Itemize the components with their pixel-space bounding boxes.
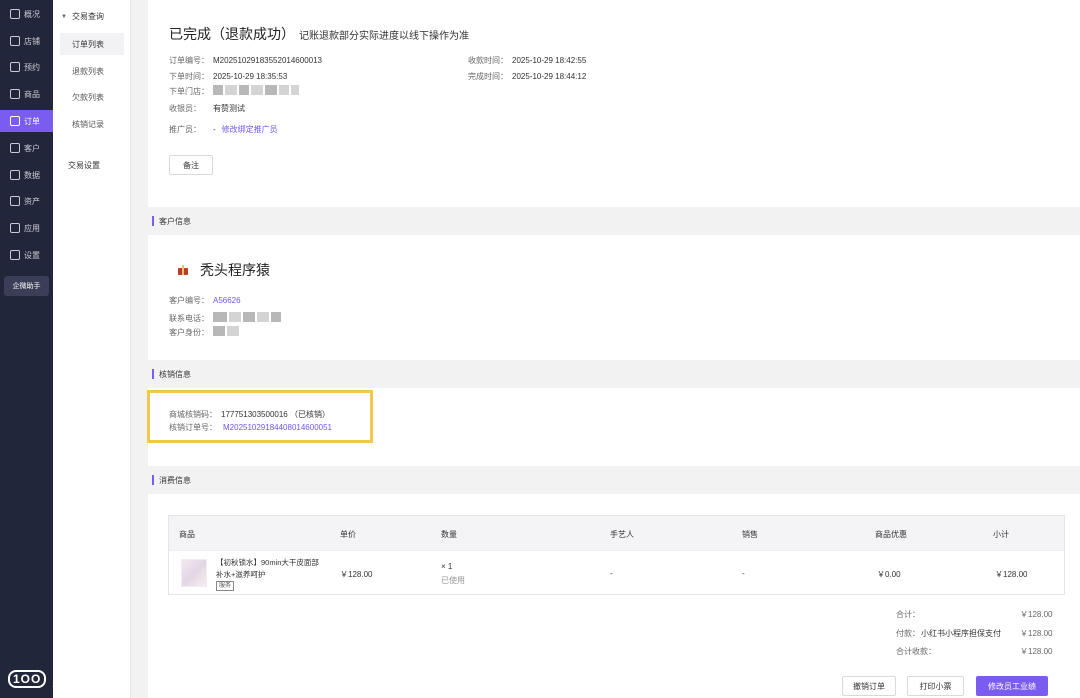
nav-item-order[interactable]: 订单 [0, 110, 53, 132]
watermark: 1OO 大数跨境 [8, 666, 128, 692]
subnav-item-debt-list[interactable]: 欠款列表 [60, 86, 124, 108]
col-qty: 数量 [441, 530, 457, 539]
product-name[interactable]: 【初秋锁水】90min大干皮面部补水+滋养呵护 [216, 557, 326, 581]
apps-icon [10, 223, 20, 233]
nav-item-booking[interactable]: 预约 [0, 56, 53, 78]
asset-icon [10, 196, 20, 206]
nav-item-store[interactable]: 店铺 [0, 30, 53, 52]
customer-id-link[interactable]: A56626 [213, 296, 241, 305]
subnav-item-trade-settings[interactable]: 交易设置 [68, 160, 100, 171]
promoter-row: 推广员： - 修改绑定推广员 [169, 124, 278, 135]
subtotal: ￥128.00 [995, 570, 1028, 579]
received-value: ￥128.00 [1020, 647, 1053, 656]
col-product: 商品 [179, 530, 195, 539]
nav-item-data[interactable]: 数据 [0, 164, 53, 186]
store-icon [10, 36, 20, 46]
artisan: - [610, 569, 613, 578]
usage-status: 已使用 [441, 576, 465, 585]
cancel-order-button[interactable]: 撤销订单 [842, 676, 896, 696]
cashier: 有赞测试 [213, 104, 245, 113]
calendar-icon [10, 62, 20, 72]
modify-promoter-link[interactable]: 修改绑定推广员 [222, 124, 278, 135]
service-tag: 服务 [216, 581, 235, 591]
col-subtotal: 小计 [993, 530, 1009, 539]
watermark-logo: 1OO [8, 670, 47, 688]
page-title: 已完成（退款成功） 记账退款部分实际进度以线下操作为准 [169, 26, 469, 42]
phone-redacted [213, 312, 283, 324]
unit-price: ￥128.00 [340, 570, 373, 579]
order-info-panel: 已完成（退款成功） 记账退款部分实际进度以线下操作为准 订单编号： M2025102… [148, 0, 1080, 207]
highlight-box [147, 390, 373, 443]
settings-icon [10, 250, 20, 260]
pay-time: 2025-10-29 18:42:55 [512, 56, 587, 65]
order-time-row: 下单时间： 2025-10-29 18:35:53 [169, 72, 288, 81]
nav-item-product[interactable]: 商品 [0, 83, 53, 105]
customer-phone-row: 联系电话： [169, 312, 283, 324]
status-note: 记账退款部分实际进度以线下操作为准 [299, 31, 469, 42]
modify-performance-button[interactable]: 修改员工业绩 [976, 676, 1048, 696]
col-discount: 商品优惠 [875, 530, 907, 539]
chart-icon [10, 170, 20, 180]
total-label: 合计： [896, 610, 920, 619]
customer-name: 秃头程序猿 [200, 262, 270, 278]
gift-icon [178, 265, 188, 275]
nav-item-asset[interactable]: 资产 [0, 190, 53, 212]
store-row: 下单门店： [169, 85, 301, 97]
nav-item-settings[interactable]: 设置 [0, 244, 53, 266]
sales: - [742, 569, 745, 578]
consume-section-header: 消费信息 [148, 466, 1080, 494]
subnav-item-refund-list[interactable]: 退款列表 [60, 60, 124, 82]
product-icon [10, 89, 20, 99]
cashier-row: 收银员： 有赞测试 [169, 104, 245, 113]
order-no-row: 订单编号： M20251029183552014600013 [169, 56, 322, 65]
subnav-group-trade[interactable]: ▼ 交易查询 [61, 11, 104, 22]
identity-redacted [213, 326, 241, 338]
store-redacted [213, 85, 301, 97]
done-time-row: 完成时间： 2025-10-29 18:44:12 [468, 72, 587, 81]
col-price: 单价 [340, 530, 356, 539]
pay-amount: ￥128.00 [1020, 629, 1053, 638]
pay-time-row: 收款时间： 2025-10-29 18:42:55 [468, 56, 587, 65]
quantity: × 1 [441, 562, 453, 571]
subnav-item-verify-records[interactable]: 核销记录 [60, 113, 124, 135]
total-value: ￥128.00 [1020, 610, 1053, 619]
pay-method: 小红书小程序担保支付 [921, 629, 1001, 638]
received-label: 合计收款： [896, 647, 936, 656]
pay-label: 付款： [896, 629, 920, 638]
item-discount: ￥0.00 [877, 570, 901, 579]
table-header: 商品 单价 数量 手艺人 销售 商品优惠 小计 [169, 516, 1064, 550]
nav-item-overview[interactable]: 概况 [0, 3, 53, 25]
subnav-item-order-list[interactable]: 订单列表 [60, 33, 124, 55]
remark-button[interactable]: 备注 [169, 155, 213, 175]
main-nav: 概况 店铺 预约 商品 订单 客户 数据 资产 应用 设置 企微助手 [0, 0, 53, 698]
table-row: 【初秋锁水】90min大干皮面部补水+滋养呵护 服务 ￥128.00 × 1 已… [169, 550, 1064, 594]
consume-table: 商品 单价 数量 手艺人 销售 商品优惠 小计 【初秋锁水】90min大干皮面部… [168, 515, 1065, 595]
done-time: 2025-10-29 18:44:12 [512, 72, 587, 81]
order-time: 2025-10-29 18:35:53 [213, 72, 288, 81]
customer-panel: 秃头程序猿 客户编号： A56626 联系电话： 客户身份： [148, 235, 1080, 360]
customer-id-row: 客户编号： A56626 [169, 296, 241, 305]
col-sales: 销售 [742, 530, 758, 539]
chevron-down-icon: ▼ [61, 13, 67, 20]
print-receipt-button[interactable]: 打印小票 [907, 676, 964, 696]
col-artisan: 手艺人 [610, 530, 634, 539]
customer-icon [10, 143, 20, 153]
assistant-button[interactable]: 企微助手 [4, 276, 49, 296]
order-icon [10, 116, 20, 126]
customer-section-header: 客户信息 [148, 207, 1080, 235]
overview-icon [10, 9, 20, 19]
verify-section-header: 核销信息 [148, 360, 1080, 388]
product-thumbnail [181, 559, 207, 587]
customer-identity-row: 客户身份： [169, 326, 241, 338]
customer-name-row: 秃头程序猿 [178, 260, 270, 280]
nav-item-customer[interactable]: 客户 [0, 137, 53, 159]
nav-item-apps[interactable]: 应用 [0, 217, 53, 239]
order-no: M20251029183552014600013 [213, 56, 322, 65]
sub-nav: ▼ 交易查询 订单列表 退款列表 欠款列表 核销记录 交易设置 [53, 0, 131, 698]
